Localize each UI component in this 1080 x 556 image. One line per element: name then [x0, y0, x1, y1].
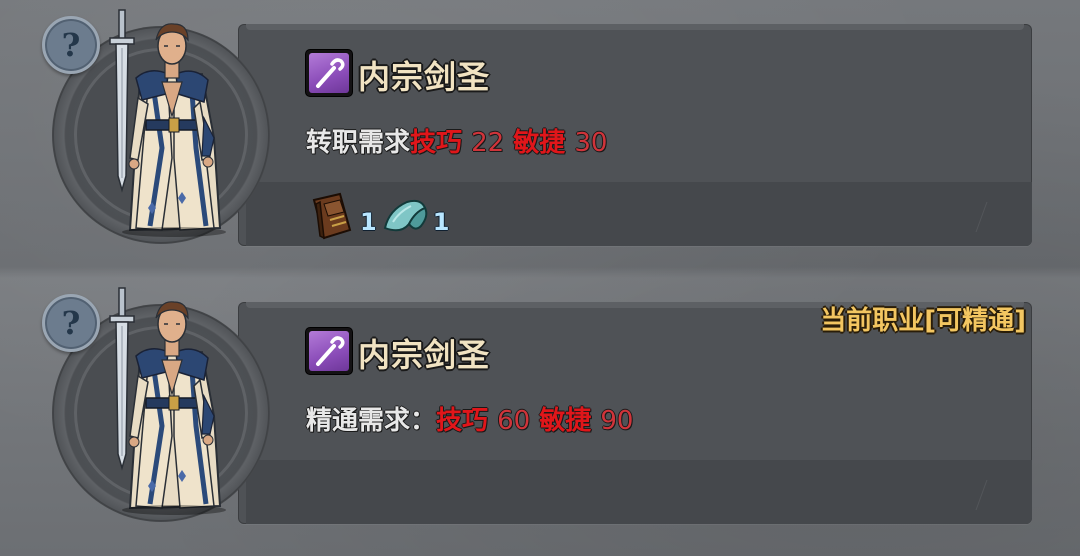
cloth-icon[interactable] — [379, 190, 431, 242]
staff-icon — [306, 50, 352, 96]
required-items: 1 1 — [306, 186, 451, 242]
class-card-mastery[interactable]: ? 当前职业[可精通] 内宗剑圣 精通需求：技巧 60 敏捷 90 — [0, 278, 1080, 548]
item-count: 1 — [432, 208, 450, 236]
book-icon[interactable] — [306, 190, 358, 242]
class-name: 内宗剑圣 — [358, 336, 491, 374]
stat-value: 30 — [574, 128, 608, 158]
class-card-advance[interactable]: ? 内宗剑圣 转职需求技巧 22 敏捷 30 1 1 — [0, 0, 1080, 270]
stat-value: 22 — [471, 128, 505, 158]
status-badge: 当前职业[可精通] — [820, 306, 1026, 336]
stat-name: 技巧 — [410, 128, 463, 158]
requirement-label: 精通需求： — [306, 406, 437, 436]
requirement-line: 转职需求技巧 22 敏捷 30 — [306, 122, 607, 159]
help-icon[interactable]: ? — [42, 16, 100, 74]
stat-name: 敏捷 — [513, 128, 566, 158]
swordsman-portrait — [109, 9, 226, 237]
item-count: 1 — [360, 208, 377, 236]
stat-name: 敏捷 — [539, 406, 592, 436]
stat-name: 技巧 — [436, 406, 489, 436]
swordsman-portrait — [109, 287, 226, 515]
class-name: 内宗剑圣 — [358, 58, 491, 96]
help-icon[interactable]: ? — [42, 294, 100, 352]
requirement-label: 转职需求 — [306, 128, 411, 158]
staff-icon — [306, 328, 352, 374]
item-band — [246, 460, 1032, 524]
requirement-line: 精通需求：技巧 60 敏捷 90 — [306, 400, 633, 437]
stat-value: 60 — [497, 406, 531, 436]
stat-value: 90 — [600, 406, 634, 436]
